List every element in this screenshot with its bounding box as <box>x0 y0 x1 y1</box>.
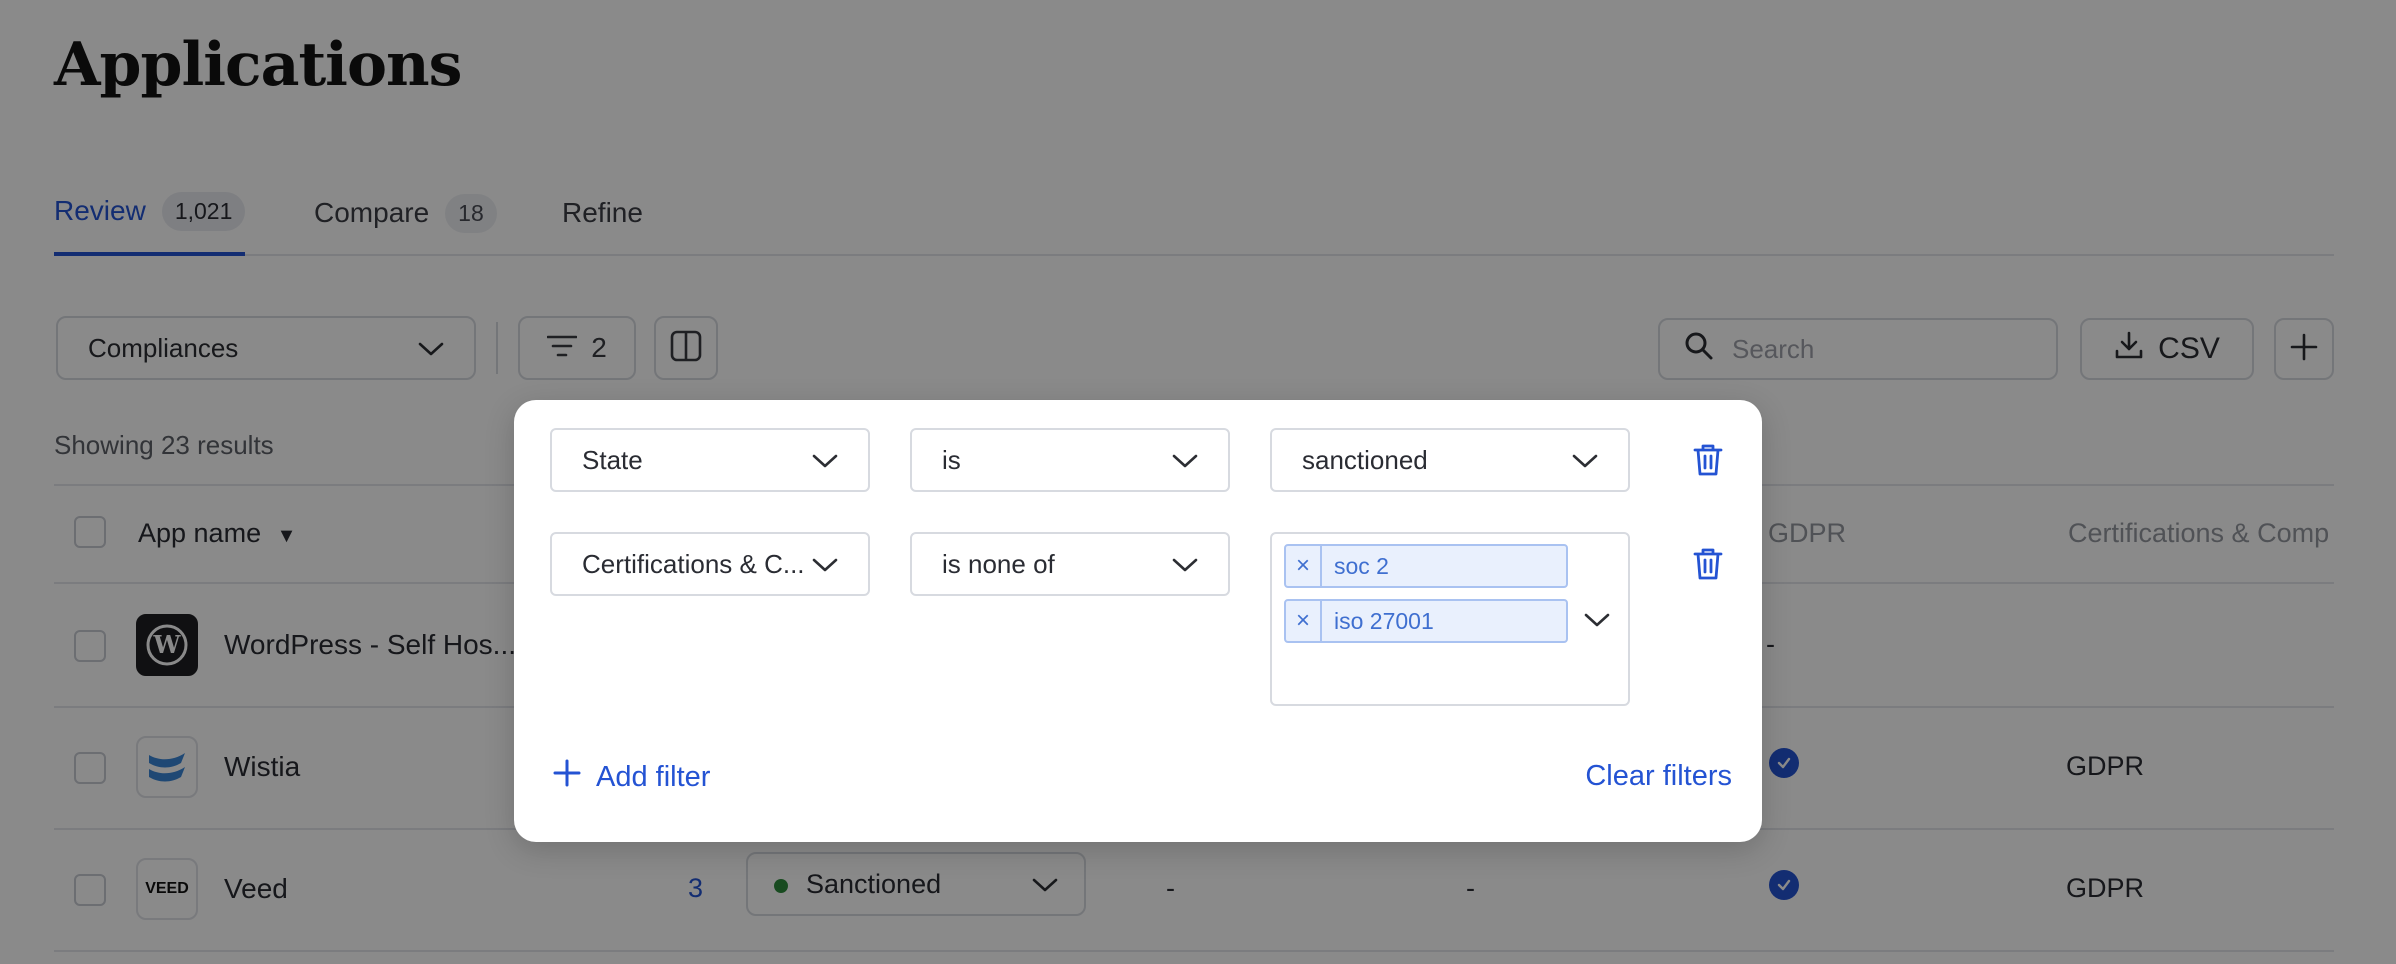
chevron-down-icon <box>812 549 838 580</box>
chevron-down-icon <box>1172 549 1198 580</box>
delete-filter-trash-icon[interactable] <box>1690 544 1726 584</box>
value-chip: × iso 27001 <box>1284 599 1568 643</box>
filter-popover: State is sanctioned Certifications & C..… <box>514 400 1762 842</box>
chevron-down-icon <box>1172 445 1198 476</box>
filter-field-select[interactable]: State <box>550 428 870 492</box>
remove-chip-close-icon[interactable]: × <box>1286 601 1322 641</box>
plus-icon <box>552 758 582 796</box>
filter-operator-value: is <box>942 444 961 475</box>
delete-filter-trash-icon[interactable] <box>1690 440 1726 480</box>
filter-value: sanctioned <box>1302 444 1428 475</box>
filter-operator-select[interactable]: is none of <box>910 532 1230 596</box>
filter-multi-value-select[interactable]: × soc 2 × iso 27001 <box>1270 532 1630 706</box>
chevron-down-icon[interactable] <box>1584 612 1610 633</box>
filter-field-value: Certifications & C... <box>582 548 805 579</box>
value-chip: × soc 2 <box>1284 544 1568 588</box>
chip-label: iso 27001 <box>1334 607 1434 634</box>
clear-filters-link[interactable]: Clear filters <box>1585 760 1732 793</box>
filter-operator-select[interactable]: is <box>910 428 1230 492</box>
chip-label: soc 2 <box>1334 552 1389 579</box>
filter-field-value: State <box>582 444 643 475</box>
chevron-down-icon <box>1572 445 1598 476</box>
chevron-down-icon <box>812 445 838 476</box>
add-filter-label: Add filter <box>596 760 711 793</box>
filter-value-select[interactable]: sanctioned <box>1270 428 1630 492</box>
remove-chip-close-icon[interactable]: × <box>1286 546 1322 586</box>
filter-field-select[interactable]: Certifications & C... <box>550 532 870 596</box>
add-filter-button[interactable]: Add filter <box>552 758 710 796</box>
filter-operator-value: is none of <box>942 548 1055 579</box>
